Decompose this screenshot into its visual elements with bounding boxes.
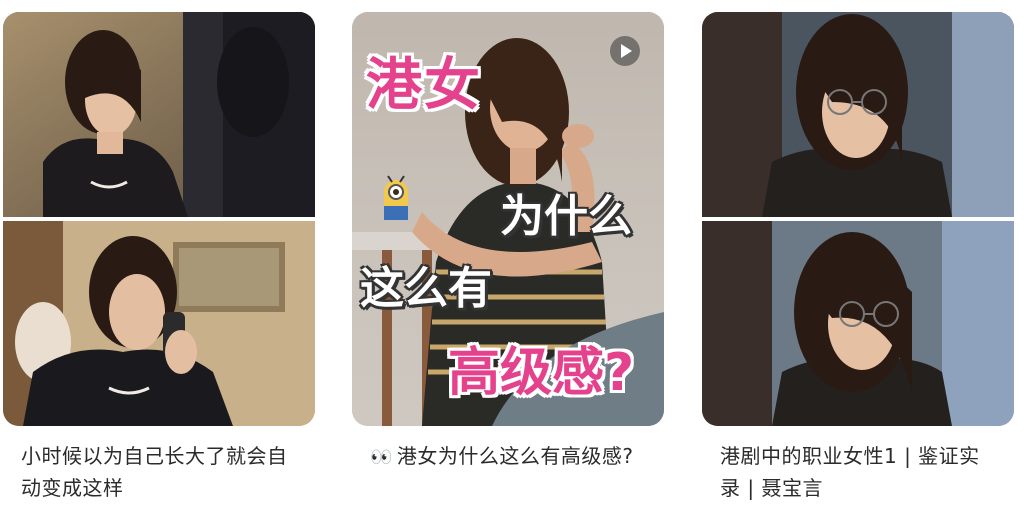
note-cover-image[interactable] [3, 12, 315, 426]
note-card[interactable]: 港女 为什么 这么有 高级感? 👀 港女为什么这么有高级感? [352, 12, 664, 474]
note-card[interactable]: 港剧中的职业女性1 | 鉴证实录 | 聂宝言 [702, 12, 1014, 504]
note-title[interactable]: 小时候以为自己长大了就会自动变成这样 [3, 440, 315, 504]
overlay-text-line-2: 为什么 [500, 191, 632, 242]
play-icon [621, 44, 632, 58]
note-card[interactable]: 小时候以为自己长大了就会自动变成这样 [3, 12, 315, 504]
note-cover-video[interactable]: 港女 为什么 这么有 高级感? [352, 12, 664, 426]
note-title-text: 港女为什么这么有高级感? [396, 444, 634, 468]
note-title[interactable]: 港剧中的职业女性1 | 鉴证实录 | 聂宝言 [702, 440, 1014, 504]
note-feed: 小时候以为自己长大了就会自动变成这样 港女 为什么 这么有 高级感? 👀 港女为… [0, 0, 1031, 515]
note-title[interactable]: 👀 港女为什么这么有高级感? [352, 440, 664, 474]
drama-still-photo [702, 12, 1014, 426]
play-button[interactable] [610, 36, 640, 66]
minion-toy-icon [384, 175, 408, 220]
note-cover-image[interactable] [702, 12, 1014, 426]
overlay-text-line-4: 高级感? [448, 343, 635, 403]
drama-still-photo [3, 12, 315, 426]
overlay-text-line-1: 港女 [366, 53, 482, 118]
overlay-text-line-3: 这么有 [360, 263, 492, 314]
eyes-emoji-icon: 👀 [370, 447, 393, 468]
